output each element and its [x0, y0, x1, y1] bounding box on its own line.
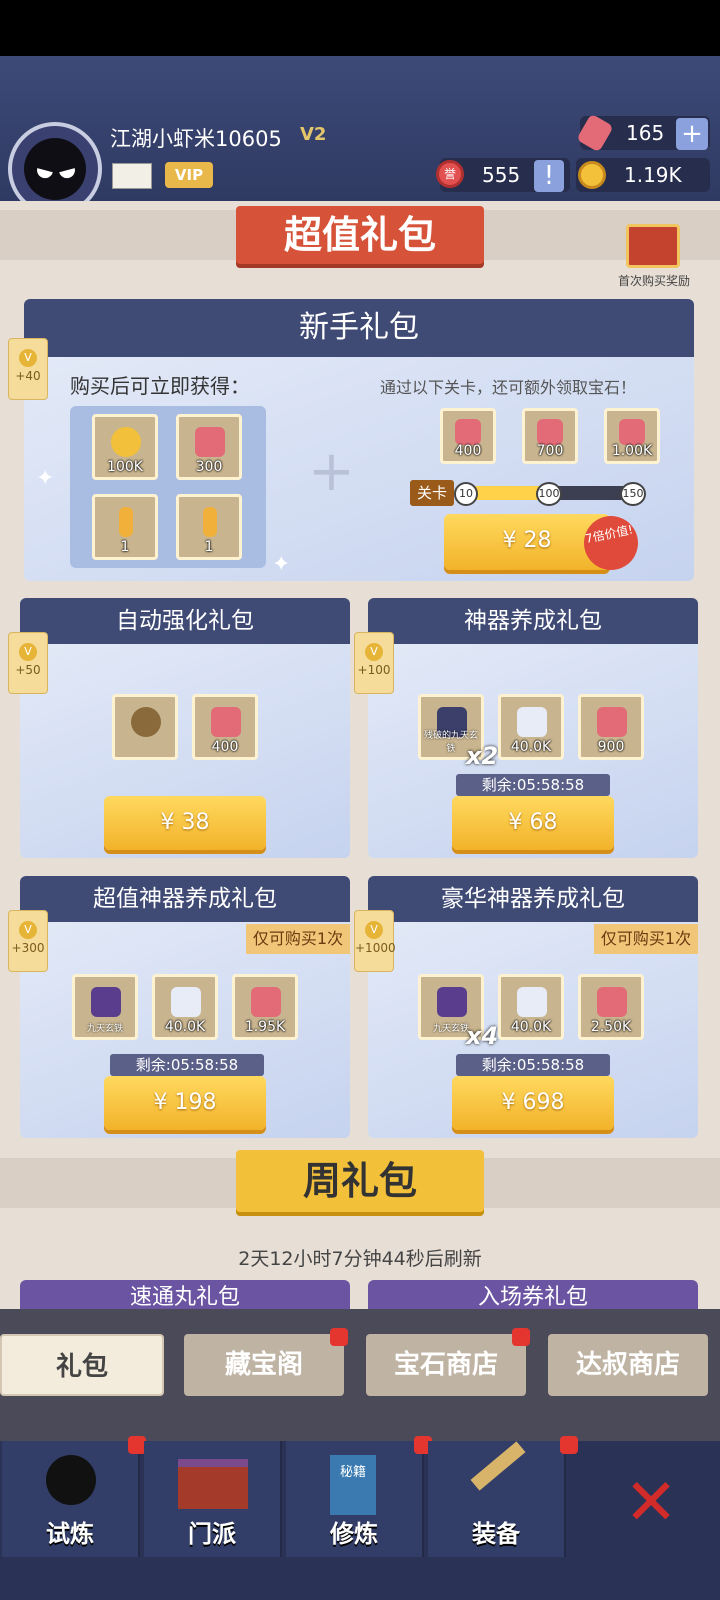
notification-dot [512, 1328, 530, 1346]
honor-icon: 誉 [436, 160, 464, 188]
crystal-item: 40.0K [152, 974, 218, 1040]
countdown-timer: 剩余:05:58:58 [456, 774, 610, 796]
close-icon[interactable]: ✕ [616, 1468, 686, 1538]
nav-equipment[interactable]: 装备 [428, 1441, 566, 1557]
multiplier: x2 [466, 742, 499, 770]
gem-item: 2.50K [578, 974, 644, 1040]
add-gems-button[interactable]: + [676, 118, 708, 150]
weekly-title: 周礼包 [236, 1150, 484, 1212]
artifact-pack-title: 神器养成礼包 [368, 598, 698, 644]
honor-count: 555 [482, 163, 521, 187]
buy-button[interactable]: ¥ 698 [452, 1076, 614, 1130]
auto-enhance-item [112, 694, 178, 760]
vip-points: +40 [15, 369, 41, 383]
first-purchase-label: 首次购买奖励 [617, 274, 690, 288]
vip-button[interactable]: VIP [165, 162, 213, 188]
vip-coin-icon: V [365, 643, 383, 661]
sparkle-icon: ✦ [36, 466, 55, 491]
instant-label: 购买后可立即获得： [70, 374, 250, 398]
vip-coin-icon: V [19, 643, 37, 661]
vip-points: +50 [15, 663, 41, 677]
tab-gem-shop[interactable]: 宝石商店 [366, 1334, 526, 1396]
sparkle-icon: ✦ [272, 552, 291, 577]
nav-sect[interactable]: 门派 [144, 1441, 282, 1557]
gem-item: 400 [440, 408, 496, 464]
gate-icon [178, 1459, 248, 1509]
level-marker: 150 [620, 482, 646, 506]
vip-points-tag: V +300 [8, 910, 48, 972]
gold-key-item: 1 [176, 494, 242, 560]
countdown-timer: 剩余:05:58:58 [456, 1054, 610, 1076]
treasure-chest-icon[interactable] [626, 224, 680, 268]
notification-dot [330, 1328, 348, 1346]
countdown-timer: 剩余:05:58:58 [110, 1054, 264, 1076]
vip-points-tag: V +50 [8, 632, 48, 694]
vip-coin-icon: V [19, 921, 37, 939]
level-label: 关卡 [410, 480, 454, 506]
vip-coin-icon: V [365, 921, 383, 939]
plus-icon: + [308, 439, 355, 504]
vip-level: V2 [300, 124, 327, 145]
gem-item: 300 [176, 414, 242, 480]
gem-item: 1.95K [232, 974, 298, 1040]
buy-button[interactable]: ¥ 198 [104, 1076, 266, 1130]
crystal-item: 40.0K [498, 974, 564, 1040]
auto-pack-title: 自动强化礼包 [20, 598, 350, 644]
crystal-item: 40.0K [498, 694, 564, 760]
tab-uncle-shop[interactable]: 达叔商店 [548, 1334, 708, 1396]
vip-points-tag: V +100 [354, 632, 394, 694]
gold-icon [578, 161, 606, 189]
gem-count: 165 [626, 121, 665, 145]
vip-points-tag: V +40 [8, 338, 48, 400]
vip-coin-icon: V [19, 349, 37, 367]
pink-key-item: 1 [92, 494, 158, 560]
level-marker: 10 [454, 482, 478, 506]
status-bar [0, 0, 720, 56]
sword-icon [470, 1441, 526, 1491]
mail-icon[interactable] [112, 163, 152, 189]
nav-cultivate[interactable]: 秘籍 修炼 [286, 1441, 424, 1557]
super-pack-title: 超值神器养成礼包 [20, 876, 350, 922]
notification-dot [560, 1436, 578, 1454]
vip-points-tag: V +1000 [354, 910, 396, 972]
tab-treasure[interactable]: 藏宝阁 [184, 1334, 344, 1396]
luxury-pack-title: 豪华神器养成礼包 [368, 876, 698, 922]
vip-points: +100 [357, 663, 391, 677]
pack-title[interactable]: 入场券礼包 [368, 1280, 698, 1310]
vip-points: +1000 [355, 941, 396, 955]
newbie-pack-title: 新手礼包 [24, 299, 694, 357]
buy-button[interactable]: ¥ 38 [104, 796, 266, 850]
iron-item: 九天玄铁 [72, 974, 138, 1040]
honor-alert-button[interactable]: ! [534, 160, 564, 192]
gem-item: 1.00K [604, 408, 660, 464]
ninja-icon [46, 1455, 96, 1505]
gold-count: 1.19K [624, 163, 682, 187]
gem-item: 700 [522, 408, 578, 464]
book-icon: 秘籍 [330, 1455, 376, 1515]
limit-badge: 仅可购买1次 [594, 924, 698, 954]
banner-title: 超值礼包 [236, 206, 484, 264]
nav-trial[interactable]: 试炼 [2, 1441, 140, 1557]
multiplier: x4 [466, 1022, 499, 1050]
tab-gift-packs[interactable]: 礼包 [0, 1334, 164, 1396]
extra-label: 通过以下关卡，还可额外领取宝石！ [380, 378, 637, 397]
gem-item: 400 [192, 694, 258, 760]
gold-item: 100K [92, 414, 158, 480]
refresh-timer: 2天12小时7分钟44秒后刷新 [238, 1248, 482, 1270]
level-marker: 100 [536, 482, 562, 506]
player-name: 江湖小虾米10605 [110, 127, 282, 151]
buy-button[interactable]: ¥ 68 [452, 796, 614, 850]
vip-points: +300 [11, 941, 45, 955]
gem-item: 900 [578, 694, 644, 760]
pack-title[interactable]: 速通丸礼包 [20, 1280, 350, 1310]
limit-badge: 仅可购买1次 [246, 924, 350, 954]
